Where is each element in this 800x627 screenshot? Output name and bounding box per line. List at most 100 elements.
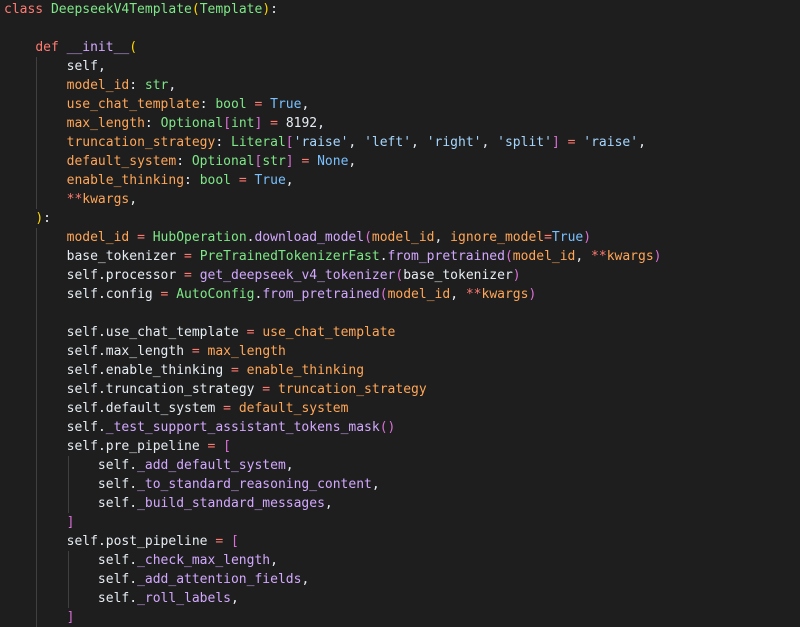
code-line: self.processor = get_deepseek_v4_tokeniz… — [4, 266, 662, 285]
indent-guide — [36, 589, 37, 608]
token-call: _build_standard_messages — [137, 496, 325, 511]
token-pun: . — [129, 591, 138, 606]
token-self: self — [66, 401, 98, 416]
token-cls: str — [144, 78, 169, 93]
token-cls: int — [231, 116, 255, 131]
token-pun: . — [129, 477, 138, 492]
token-txt: base_tokenizer — [66, 249, 177, 264]
code-line: max_length: Optional[int] = 8192, — [4, 114, 662, 133]
token-param: use_chat_template — [66, 97, 200, 112]
token-str: 'raise' — [583, 135, 639, 150]
indent-guide — [36, 494, 37, 513]
token-pun: . — [97, 287, 106, 302]
token-param: default_system — [238, 401, 349, 416]
token-br2: ] — [285, 154, 294, 169]
indent-guide — [36, 76, 37, 95]
token-pun: : — [215, 135, 231, 150]
token-txt: processor — [105, 268, 177, 283]
indent-guide — [36, 304, 37, 323]
token-cls: PreTrainedTokenizerFast — [199, 249, 380, 264]
token-pun: , — [434, 230, 451, 245]
indent-guide — [68, 589, 69, 608]
code-line: self._check_max_length, — [4, 551, 662, 570]
token-builtin: True — [254, 173, 286, 188]
token-pun: . — [97, 363, 106, 378]
token-cls: Optional — [160, 116, 224, 131]
indent-guide — [68, 475, 69, 494]
token-fn: __init__ — [66, 40, 130, 55]
code-editor[interactable]: class DeepseekV4Template(Template): def … — [0, 0, 800, 627]
token-op: = — [238, 325, 263, 340]
token-pun: , — [97, 59, 106, 74]
token-br2: ) — [512, 268, 521, 283]
token-pun: . — [97, 439, 106, 454]
indent-guide — [36, 608, 37, 627]
token-br2: [ — [223, 439, 231, 454]
indent-guide — [36, 114, 37, 133]
token-pun: . — [379, 249, 388, 264]
code-line: self, — [4, 57, 662, 76]
token-self: self — [66, 325, 98, 340]
indent-guide — [36, 437, 37, 456]
token-pun: . — [97, 268, 106, 283]
token-pun: . — [97, 420, 106, 435]
indent-guide — [36, 95, 37, 114]
token-br2: () — [379, 420, 396, 435]
token-cls: AutoConfig — [176, 287, 255, 302]
token-br2: ( — [379, 287, 388, 302]
code-line — [4, 304, 662, 323]
token-pun: : — [43, 211, 51, 226]
indent-guide — [36, 513, 37, 532]
token-kw: def — [35, 40, 67, 55]
token-pun: , — [371, 477, 380, 492]
token-builtin: True — [551, 230, 584, 245]
token-param: max_length — [207, 344, 286, 359]
code-line: model_id: str, — [4, 76, 662, 95]
indent-guide — [36, 171, 37, 190]
token-op: = — [544, 230, 552, 245]
token-cls: str — [262, 154, 286, 169]
token-str: 'raise' — [293, 135, 349, 150]
token-param: kwargs — [606, 249, 654, 264]
token-br2: ] — [551, 135, 560, 150]
token-br2: [ — [285, 135, 294, 150]
token-op: = — [293, 154, 318, 169]
token-op: = — [176, 249, 200, 264]
code-line: class DeepseekV4Template(Template): — [4, 0, 662, 19]
token-br2: [ — [231, 534, 239, 549]
token-param: truncation_strategy — [66, 135, 216, 150]
token-txt: post_pipeline — [105, 534, 208, 549]
indent-guide — [36, 380, 37, 399]
indent-guide — [36, 418, 37, 437]
code-line: self.use_chat_template = use_chat_templa… — [4, 323, 662, 342]
code-line: self.enable_thinking = enable_thinking — [4, 361, 662, 380]
token-br2: ) — [583, 230, 592, 245]
token-call: from_pretrained — [387, 249, 505, 264]
token-call: _add_default_system — [137, 458, 286, 473]
token-op: = — [231, 173, 255, 188]
token-pun: , — [285, 173, 294, 188]
indent-guide — [36, 342, 37, 361]
token-pun: . — [129, 553, 138, 568]
indent-guide — [36, 266, 37, 285]
token-self: self — [66, 287, 98, 302]
token-pun: , — [324, 496, 333, 511]
token-str: 'right' — [426, 135, 482, 150]
token-br2: ( — [504, 249, 513, 264]
indent-guide — [36, 361, 37, 380]
token-txt: truncation_strategy — [105, 382, 255, 397]
token-call: from_pretrained — [262, 287, 380, 302]
code-line: default_system: Optional[str] = None, — [4, 152, 662, 171]
indent-guide — [68, 456, 69, 475]
indent-guide — [36, 570, 37, 589]
token-call: _check_max_length — [137, 553, 271, 568]
token-pun: : — [144, 116, 161, 131]
code-line: ): — [4, 209, 662, 228]
token-pun: : — [129, 78, 145, 93]
code-line: use_chat_template: bool = True, — [4, 95, 662, 114]
indent-guide — [36, 551, 37, 570]
token-txt: config — [105, 287, 153, 302]
code-line: model_id = HubOperation.download_model(m… — [4, 228, 662, 247]
